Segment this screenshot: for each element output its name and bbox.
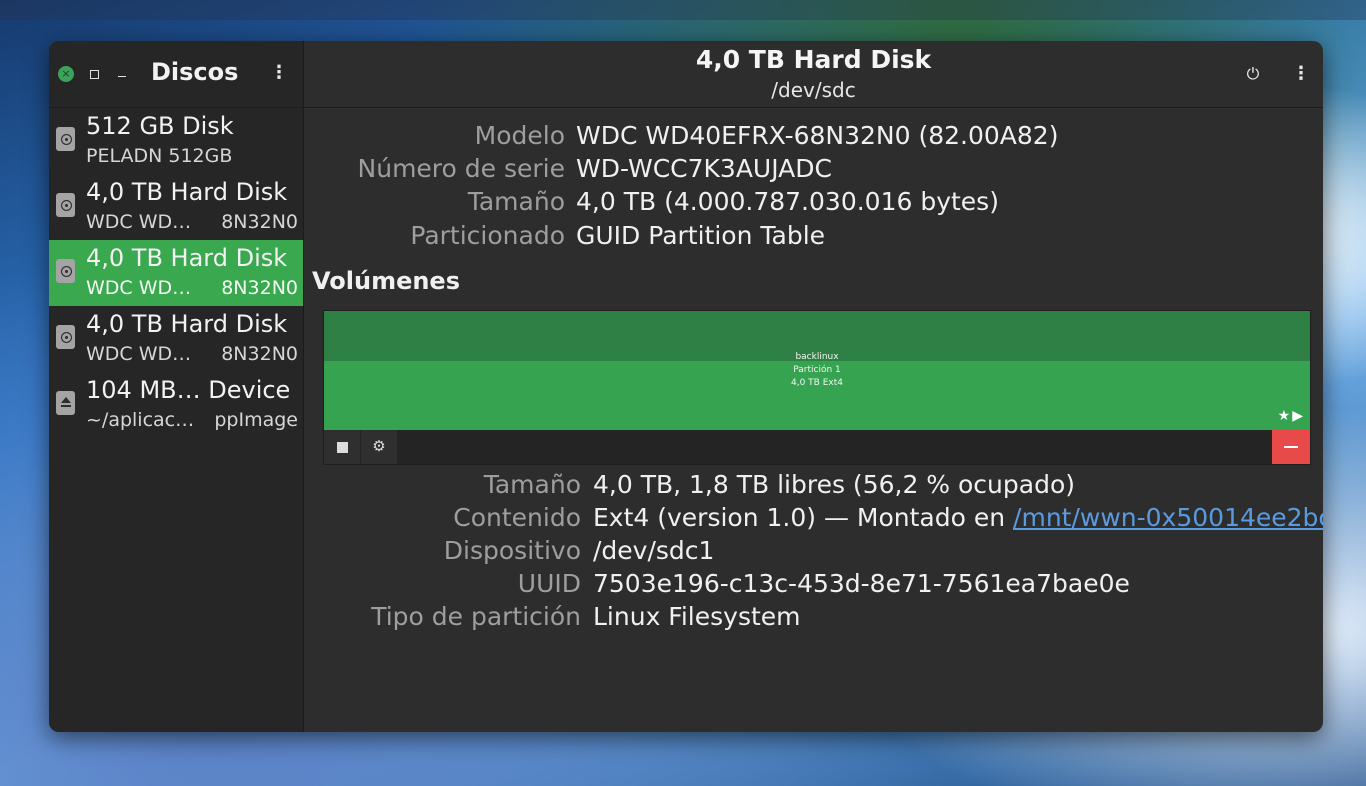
- gears-icon: ⚙: [372, 437, 386, 455]
- partition-number: Partición 1: [793, 365, 841, 375]
- disks-window: × Discos ⋮ 512 GB Disk PELADN 512GB 4,0 …: [49, 41, 1323, 732]
- disk-list-item[interactable]: 104 MB… Device ~/aplicac… ppImage: [49, 372, 303, 438]
- partition-type-label: Tipo de partición: [371, 602, 581, 631]
- app-menu-button[interactable]: ⋮: [270, 62, 288, 83]
- disk-name: 4,0 TB Hard Disk: [86, 244, 288, 272]
- partition-options-button[interactable]: ⚙: [361, 430, 397, 464]
- hard-disk-icon: [56, 259, 75, 283]
- serial-value: WD-WCC7K3AUJADC: [576, 154, 832, 183]
- power-icon: ⏻: [1246, 64, 1260, 83]
- sidebar: × Discos ⋮ 512 GB Disk PELADN 512GB 4,0 …: [49, 41, 304, 732]
- disk-name: 512 GB Disk: [86, 112, 234, 140]
- unmount-button[interactable]: [324, 430, 360, 464]
- disk-name: 4,0 TB Hard Disk: [86, 178, 288, 206]
- volumes-title: Volúmenes: [312, 267, 460, 295]
- uuid-label: UUID: [517, 569, 581, 598]
- wallpaper-frame: [0, 0, 1366, 20]
- disk-model: PELADN 512GB: [86, 145, 233, 167]
- power-off-button[interactable]: ⏻: [1245, 64, 1261, 83]
- hard-disk-icon: [56, 127, 75, 151]
- partition-type-value: Linux Filesystem: [593, 602, 801, 631]
- disk-model-suffix: 8N32N0: [221, 211, 298, 233]
- partition-size-type: 4,0 TB Ext4: [791, 378, 843, 388]
- disk-title: 4,0 TB Hard Disk: [695, 45, 932, 74]
- main-panel: 4,0 TB Hard Disk /dev/sdc ⏻ ⋮ Modelo WDC…: [304, 41, 1323, 732]
- partitioning-label: Particionado: [410, 221, 565, 250]
- disk-model-suffix: 8N32N0: [221, 343, 298, 365]
- mounted-indicator-icon: ★▶: [1277, 408, 1305, 424]
- volume-toolbar: ⚙: [324, 430, 1310, 464]
- device-label: Dispositivo: [443, 536, 581, 565]
- model-label: Modelo: [474, 121, 565, 150]
- uuid-value: 7503e196-c13c-453d-8e71-7561ea7bae0e: [593, 569, 1130, 598]
- disk-name: 4,0 TB Hard Disk: [86, 310, 288, 338]
- main-header: 4,0 TB Hard Disk /dev/sdc ⏻ ⋮: [304, 41, 1323, 108]
- serial-label: Número de serie: [357, 154, 565, 183]
- disk-list-item[interactable]: 512 GB Disk PELADN 512GB: [49, 108, 303, 174]
- partitioning-value: GUID Partition Table: [576, 221, 826, 250]
- partition-size-value: 4,0 TB, 1,8 TB libres (56,2 % ocupado): [593, 470, 1075, 499]
- partition-size-label: Tamaño: [483, 470, 581, 499]
- disk-menu-button[interactable]: ⋮: [1292, 63, 1310, 84]
- model-value: WDC WD40EFRX-68N32N0 (82.00A82): [576, 121, 1059, 150]
- hard-disk-icon: [56, 193, 75, 217]
- mount-point-link[interactable]: /mnt/wwn-0x50014ee2bc…: [1013, 503, 1323, 532]
- sidebar-header: × Discos ⋮: [49, 41, 303, 108]
- size-value: 4,0 TB (4.000.787.030.016 bytes): [576, 187, 999, 216]
- eject-icon: [56, 391, 75, 415]
- close-icon: ×: [61, 67, 71, 80]
- device-value: /dev/sdc1: [593, 536, 715, 565]
- kebab-menu-icon: ⋮: [270, 62, 288, 83]
- disk-model-suffix: 8N32N0: [221, 277, 298, 299]
- disk-model: WDC WD…: [86, 277, 192, 299]
- minimize-button[interactable]: [118, 76, 126, 77]
- disk-model: WDC WD…: [86, 343, 192, 365]
- disk-list-item[interactable]: 4,0 TB Hard Disk WDC WD… 8N32N0: [49, 174, 303, 240]
- disk-list-item-selected[interactable]: 4,0 TB Hard Disk WDC WD… 8N32N0: [49, 240, 303, 306]
- content-text: Ext4 (version 1.0) — Montado en: [593, 503, 1014, 532]
- partition-name: backlinux: [795, 352, 839, 362]
- disk-name: 104 MB… Device: [86, 376, 291, 404]
- disk-device-path: /dev/sdc: [771, 78, 856, 102]
- partition-label: backlinux Partición 1 4,0 TB Ext4: [324, 351, 1310, 390]
- app-title: Discos: [151, 58, 239, 86]
- size-label: Tamaño: [467, 187, 565, 216]
- volume-map: backlinux Partición 1 4,0 TB Ext4 ★▶ ⚙: [323, 310, 1311, 465]
- content-label: Contenido: [453, 503, 581, 532]
- hard-disk-icon: [56, 325, 75, 349]
- maximize-button[interactable]: [90, 70, 99, 79]
- delete-partition-button[interactable]: [1272, 430, 1310, 464]
- disk-model: WDC WD…: [86, 211, 192, 233]
- stop-icon: [337, 442, 348, 453]
- close-window-button[interactable]: ×: [58, 66, 74, 82]
- disk-model-suffix: ppImage: [214, 409, 298, 431]
- kebab-menu-icon: ⋮: [1292, 63, 1310, 84]
- content-value: Ext4 (version 1.0) — Montado en /mnt/wwn…: [593, 503, 1323, 532]
- disk-model: ~/aplicac…: [86, 409, 195, 431]
- disk-list-item[interactable]: 4,0 TB Hard Disk WDC WD… 8N32N0: [49, 306, 303, 372]
